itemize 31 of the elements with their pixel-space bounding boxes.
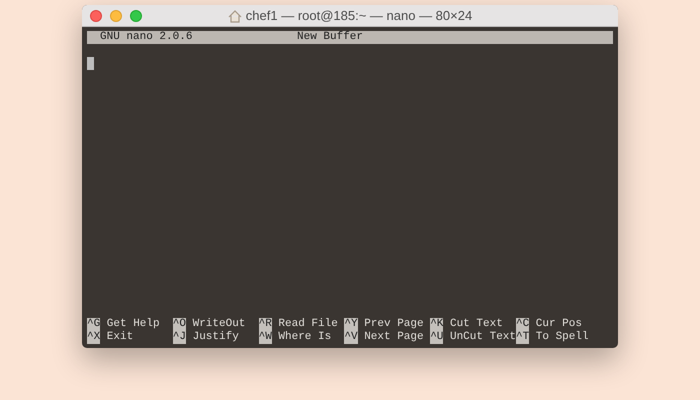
shortcut-key: ^J <box>172 331 186 344</box>
shortcut-label: Prev Page <box>364 318 424 331</box>
shortcut-label: Cur Pos <box>536 318 582 331</box>
shortcut-label: To Spell <box>536 331 589 344</box>
minimize-button[interactable] <box>110 10 122 22</box>
shortcut-label: Read File <box>278 318 338 331</box>
shortcut-key: ^U <box>430 331 444 344</box>
zoom-button[interactable] <box>130 10 142 22</box>
shortcut-label: Get Help <box>106 318 160 331</box>
shortcut-label: Justify <box>192 331 239 344</box>
shortcut-key: ^G <box>87 318 100 331</box>
shortcut-key: ^W <box>258 331 272 344</box>
shortcut-label: Exit <box>106 331 134 344</box>
shortcut-key: ^R <box>258 318 272 331</box>
shortcut-label: Next Page <box>364 331 424 344</box>
shortcut-key: ^C <box>516 318 530 331</box>
buffer-name: New Buffer <box>297 31 364 44</box>
shortcut-label: Where Is <box>278 331 332 344</box>
shortcut-key: ^V <box>344 331 358 344</box>
shortcut-key: ^Y <box>344 318 358 331</box>
close-button[interactable] <box>90 10 102 22</box>
house-icon <box>228 10 242 22</box>
shortcut-label: WriteOut <box>192 318 246 331</box>
text-cursor <box>87 57 94 70</box>
shortcut-key: ^X <box>87 331 100 344</box>
shortcut-label: UnCut Text <box>450 331 516 344</box>
shortcut-label: Cut Text <box>450 318 503 331</box>
version-label: GNU nano 2.0.6 <box>100 31 192 44</box>
shortcut-key: ^O <box>172 318 186 331</box>
window-title: chef1 — root@185:~ — nano — 80×24 <box>246 7 472 26</box>
shortcut-key: ^T <box>516 331 530 344</box>
